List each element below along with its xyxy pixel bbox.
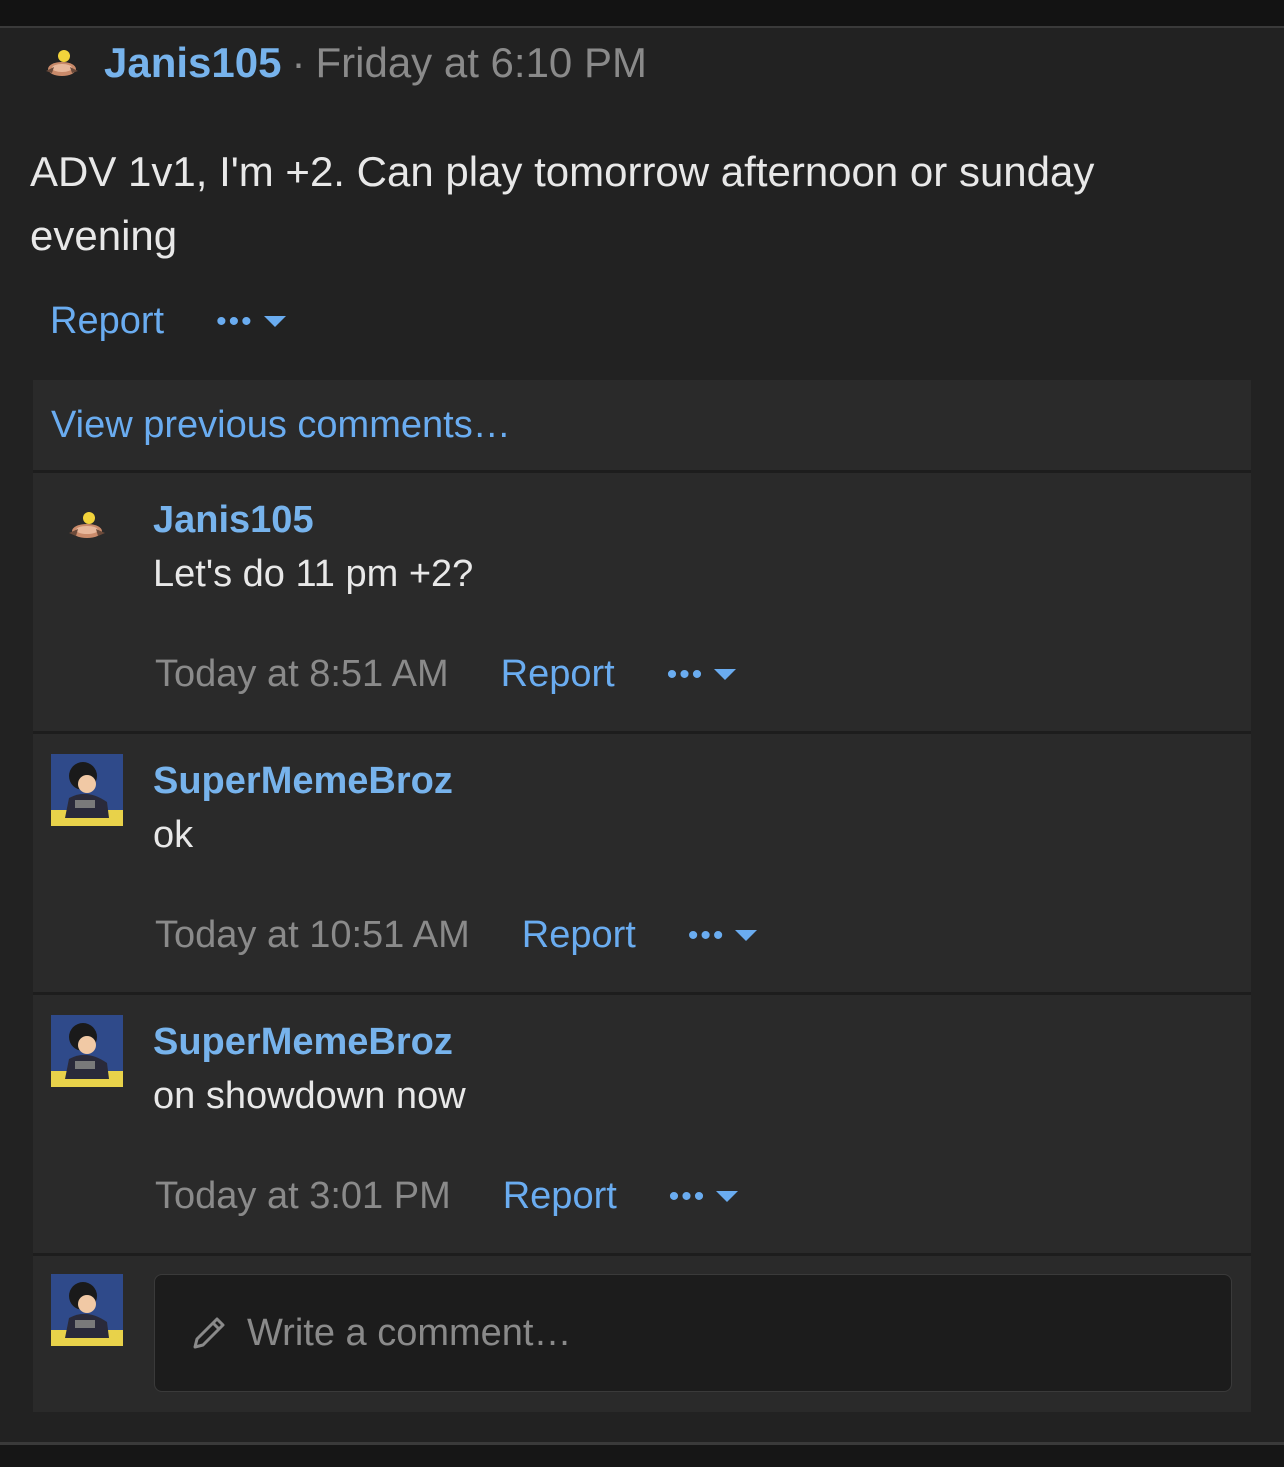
view-previous-comments-link[interactable]: View previous comments… [51, 404, 511, 447]
post-author-link[interactable]: Janis105 [104, 39, 281, 87]
comment-time[interactable]: Today at 8:51 AM [155, 653, 449, 696]
comment-report-link[interactable]: Report [503, 1175, 617, 1218]
comment-item: SuperMemeBroz on showdown now Today at 3… [33, 995, 1251, 1253]
supermemebroz-avatar-icon[interactable] [51, 1015, 123, 1087]
more-dots-icon: ••• [666, 657, 705, 691]
top-bar [0, 0, 1284, 28]
comment-author-link[interactable]: Janis105 [153, 499, 314, 542]
caret-down-icon [735, 930, 758, 941]
view-previous-comments[interactable]: View previous comments… [33, 380, 1251, 470]
supermemebroz-avatar-icon[interactable] [51, 754, 123, 826]
comment-text: on showdown now [153, 1075, 466, 1117]
comment-time[interactable]: Today at 3:01 PM [155, 1175, 451, 1218]
post-actions: Report ••• [50, 300, 286, 343]
janis-avatar-icon[interactable] [40, 47, 84, 79]
comment-author-link[interactable]: SuperMemeBroz [153, 1021, 453, 1064]
comment-more-menu-button[interactable]: ••• [666, 657, 737, 691]
more-dots-icon: ••• [687, 918, 726, 952]
supermemebroz-avatar-icon[interactable] [51, 1274, 123, 1346]
comment-item: SuperMemeBroz ok Today at 10:51 AM Repor… [33, 734, 1251, 992]
more-dots-icon: ••• [668, 1179, 707, 1213]
comment-author-link[interactable]: SuperMemeBroz [153, 760, 453, 803]
comment-footer: Today at 8:51 AM Report ••• [155, 653, 737, 696]
comment-report-link[interactable]: Report [522, 914, 636, 957]
comment-time[interactable]: Today at 10:51 AM [155, 914, 470, 957]
post-time[interactable]: Friday at 6:10 PM [315, 39, 646, 87]
comment-composer: Write a comment… [33, 1256, 1251, 1412]
bottom-bar [0, 1442, 1284, 1467]
pencil-icon [193, 1317, 225, 1349]
comment-footer: Today at 3:01 PM Report ••• [155, 1175, 739, 1218]
post-report-link[interactable]: Report [50, 300, 164, 343]
comment-input-placeholder: Write a comment… [247, 1311, 572, 1354]
janis-avatar-icon[interactable] [63, 509, 111, 541]
comment-report-link[interactable]: Report [501, 653, 615, 696]
post-separator: · [291, 39, 306, 86]
post-body: ADV 1v1, I'm +2. Can play tomorrow after… [30, 148, 1095, 259]
comment-text: ok [153, 814, 194, 856]
comment-item: Janis105 Let's do 11 pm +2? Today at 8:5… [33, 473, 1251, 731]
comments-section: View previous comments… Janis105 Let's d… [33, 380, 1251, 1412]
caret-down-icon [716, 1191, 739, 1202]
comment-text: Let's do 11 pm +2? [153, 553, 474, 595]
post-header: Janis105 · Friday at 6:10 PM [40, 38, 647, 88]
caret-down-icon [263, 316, 286, 327]
more-dots-icon: ••• [216, 304, 254, 338]
post-more-menu-button[interactable]: ••• [216, 304, 286, 338]
caret-down-icon [714, 669, 737, 680]
comment-more-menu-button[interactable]: ••• [687, 918, 758, 952]
comment-input[interactable]: Write a comment… [154, 1274, 1232, 1392]
comment-footer: Today at 10:51 AM Report ••• [155, 914, 758, 957]
comment-more-menu-button[interactable]: ••• [668, 1179, 739, 1213]
